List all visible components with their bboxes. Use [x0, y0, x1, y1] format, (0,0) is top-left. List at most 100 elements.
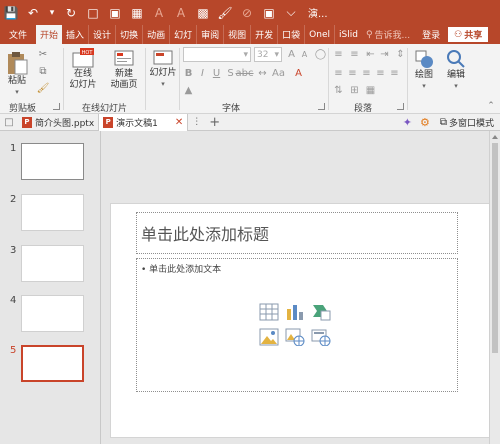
undo-icon[interactable]: ↶: [22, 0, 44, 25]
disabled-icon[interactable]: ⊘: [236, 0, 258, 25]
editing-button[interactable]: 编辑 ▾: [442, 48, 470, 92]
smartart-icon[interactable]: ▣: [258, 0, 280, 25]
slide-thumbnail[interactable]: [21, 295, 84, 332]
new-animated-slide-button[interactable]: 新建 动画页: [106, 47, 142, 91]
customize-toolbar-icon[interactable]: ⌵: [280, 0, 302, 25]
align-left-icon[interactable]: ≡: [332, 67, 345, 80]
tab-review[interactable]: 审阅: [197, 25, 225, 44]
bold-icon[interactable]: B: [182, 67, 195, 80]
insert-smartart-icon[interactable]: [311, 303, 331, 321]
share-button[interactable]: ⚇ 共享: [448, 27, 489, 42]
insert-picture-icon[interactable]: [259, 328, 279, 346]
tab-developer[interactable]: 开发: [251, 25, 279, 44]
tab-transitions[interactable]: 切换: [116, 25, 144, 44]
login-button[interactable]: 登录: [414, 25, 448, 44]
doc-tab-intro[interactable]: P 简介头图.pptx: [18, 114, 98, 131]
format-painter-icon[interactable]: 🖌: [36, 82, 50, 94]
title-placeholder[interactable]: 单击此处添加标题: [136, 212, 458, 254]
redo-icon[interactable]: ↻: [60, 0, 82, 25]
convert-smartart-icon[interactable]: ▦: [364, 84, 377, 97]
insert-chart-icon[interactable]: [285, 303, 305, 321]
slide-thumbnail[interactable]: [21, 143, 84, 180]
more-tabs-icon[interactable]: ⋮: [188, 117, 205, 127]
insert-online-picture-icon[interactable]: [285, 328, 305, 346]
cut-icon[interactable]: ✂: [36, 48, 50, 60]
scroll-up-icon[interactable]: [492, 135, 498, 139]
insert-table-icon[interactable]: [259, 303, 279, 321]
tab-islide[interactable]: iSlid: [335, 25, 362, 44]
table-icon[interactable]: ▩: [192, 0, 214, 25]
strikethrough-icon[interactable]: abc: [236, 67, 254, 80]
slide-number-current: 5: [10, 345, 17, 356]
grid-icon[interactable]: ▦: [126, 0, 148, 25]
justify-icon[interactable]: ≡: [374, 67, 387, 80]
font-size-icon[interactable]: A: [148, 0, 170, 25]
text-direction-icon[interactable]: ▲: [182, 84, 195, 97]
font-color-icon[interactable]: A: [292, 67, 305, 80]
vertical-scrollbar[interactable]: [489, 131, 500, 444]
insert-video-icon[interactable]: [311, 328, 331, 346]
decrease-indent-icon[interactable]: ⇤: [364, 48, 377, 61]
char-spacing-icon[interactable]: ↔: [256, 67, 269, 80]
align-text-icon[interactable]: ⊞: [348, 84, 361, 97]
align-center-icon[interactable]: ≡: [346, 67, 359, 80]
font-launcher-icon[interactable]: [318, 103, 325, 110]
bullets-icon[interactable]: ≡: [332, 48, 345, 61]
collapse-ribbon-icon[interactable]: ⌃: [484, 100, 498, 112]
new-document-icon[interactable]: □: [82, 0, 104, 25]
format-painter-icon[interactable]: 🖌: [214, 0, 236, 25]
content-placeholder[interactable]: • 单击此处添加文本: [136, 258, 458, 392]
line-spacing-icon[interactable]: ⇕: [394, 48, 407, 61]
numbering-icon[interactable]: ≡: [348, 48, 361, 61]
tab-insert[interactable]: 插入: [62, 25, 90, 44]
underline-icon[interactable]: U: [210, 67, 223, 80]
new-tab-page-icon[interactable]: □: [2, 116, 16, 128]
tab-design[interactable]: 设计: [89, 25, 117, 44]
text-direction-vertical-icon[interactable]: ⇅: [332, 84, 345, 97]
font-name-dropdown[interactable]: ▾: [183, 47, 251, 62]
close-icon[interactable]: ✕: [175, 117, 183, 128]
tab-pocket[interactable]: 口袋: [278, 25, 306, 44]
slide[interactable]: 单击此处添加标题 • 单击此处添加文本: [110, 203, 490, 438]
italic-icon[interactable]: I: [196, 67, 209, 80]
distributed-icon[interactable]: ≡: [388, 67, 401, 80]
multi-window-button[interactable]: ⧉ 多窗口模式: [434, 116, 500, 129]
online-slides-button[interactable]: HOT 在线 幻灯片: [66, 47, 100, 91]
tab-view[interactable]: 视图: [224, 25, 252, 44]
paste-button[interactable]: 粘贴 ▾: [6, 50, 28, 98]
slide-thumbnail-current[interactable]: [21, 345, 84, 382]
increase-font-icon[interactable]: A: [285, 48, 298, 61]
tab-home[interactable]: 开始: [36, 25, 63, 44]
font-size-dropdown[interactable]: 32 ▾: [254, 47, 282, 62]
slide-thumbnail[interactable]: [21, 245, 84, 282]
slides-icon: [153, 50, 173, 65]
scrollbar-thumb[interactable]: [492, 143, 498, 353]
align-right-icon[interactable]: ≡: [360, 67, 373, 80]
add-tab-icon[interactable]: +: [205, 115, 224, 130]
chevron-down-icon: ▾: [243, 49, 248, 60]
slides-button[interactable]: 幻灯片 ▾: [148, 48, 178, 90]
tab-file[interactable]: 文件: [0, 25, 36, 44]
image-icon[interactable]: ▣: [104, 0, 126, 25]
copy-icon[interactable]: ⧉: [36, 65, 50, 77]
lightbulb-icon: ⚲: [365, 29, 373, 40]
undo-dropdown-icon[interactable]: ▾: [44, 0, 60, 25]
decrease-font-icon[interactable]: A: [298, 48, 311, 61]
increase-indent-icon[interactable]: ⇥: [378, 48, 391, 61]
plugin-icon[interactable]: ✦: [399, 116, 416, 129]
tab-onekey[interactable]: Onel: [305, 25, 335, 44]
font-color-icon[interactable]: A: [170, 0, 192, 25]
share-label: 共享: [464, 31, 483, 41]
gear-icon[interactable]: ⚙: [416, 116, 434, 129]
change-case-icon[interactable]: Aa: [272, 67, 285, 80]
doc-tab-presentation1[interactable]: P 演示文稿1 ✕: [98, 113, 189, 131]
paragraph-launcher-icon[interactable]: [397, 103, 404, 110]
tab-animations[interactable]: 动画: [143, 25, 171, 44]
clipboard-launcher-icon[interactable]: [53, 103, 60, 110]
clear-format-icon[interactable]: ◯: [314, 48, 327, 61]
tell-me-box[interactable]: ⚲ 告诉我...: [362, 25, 414, 44]
save-icon[interactable]: 💾: [0, 0, 22, 25]
tab-slideshow[interactable]: 幻灯: [170, 25, 198, 44]
slide-thumbnail[interactable]: [21, 194, 84, 231]
drawing-button[interactable]: 绘图 ▾: [410, 48, 438, 92]
